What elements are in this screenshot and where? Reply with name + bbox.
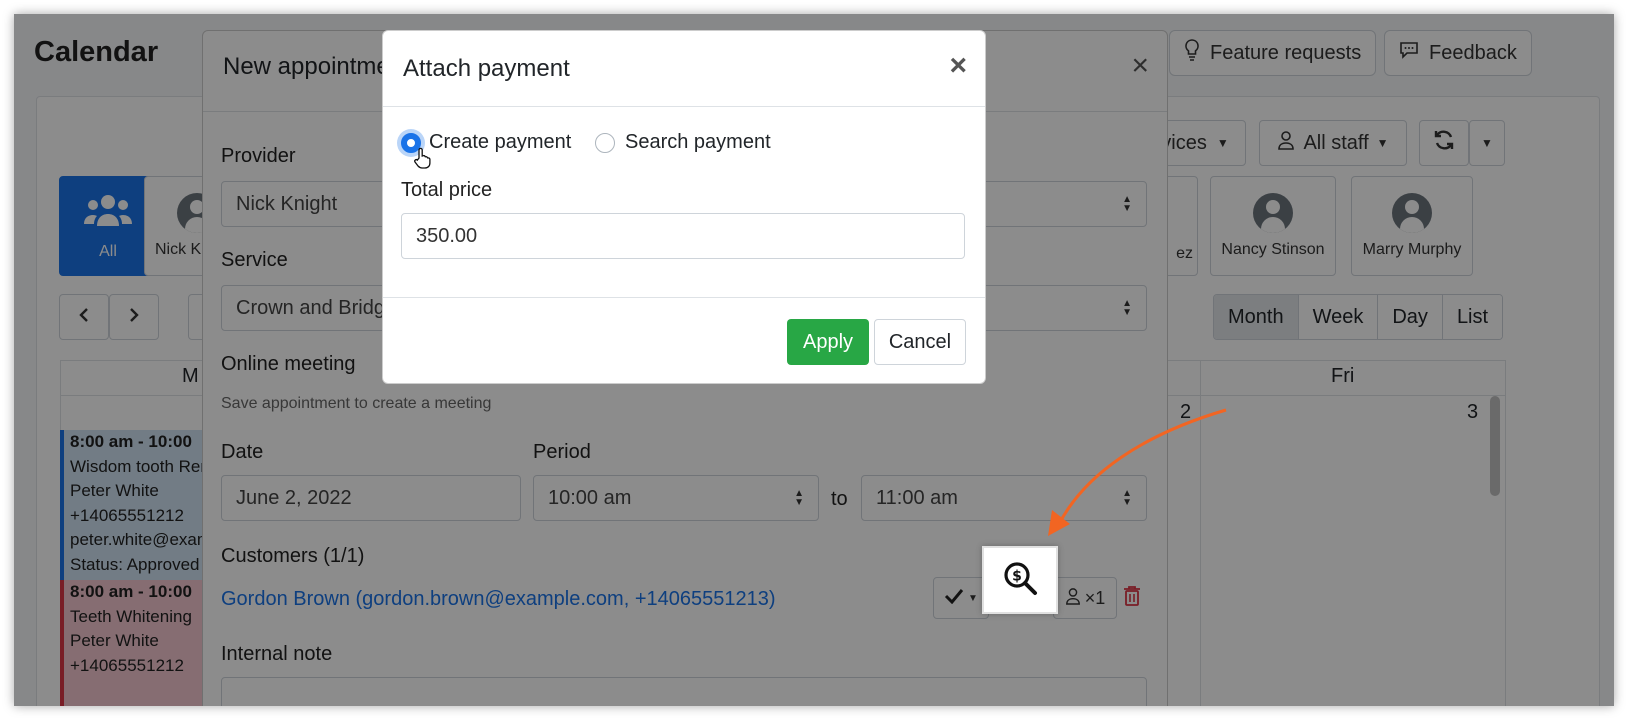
screenshot-frame: Calendar Feature requests Feedback vices… — [14, 14, 1614, 706]
annotation-arrow — [1048, 408, 1227, 536]
